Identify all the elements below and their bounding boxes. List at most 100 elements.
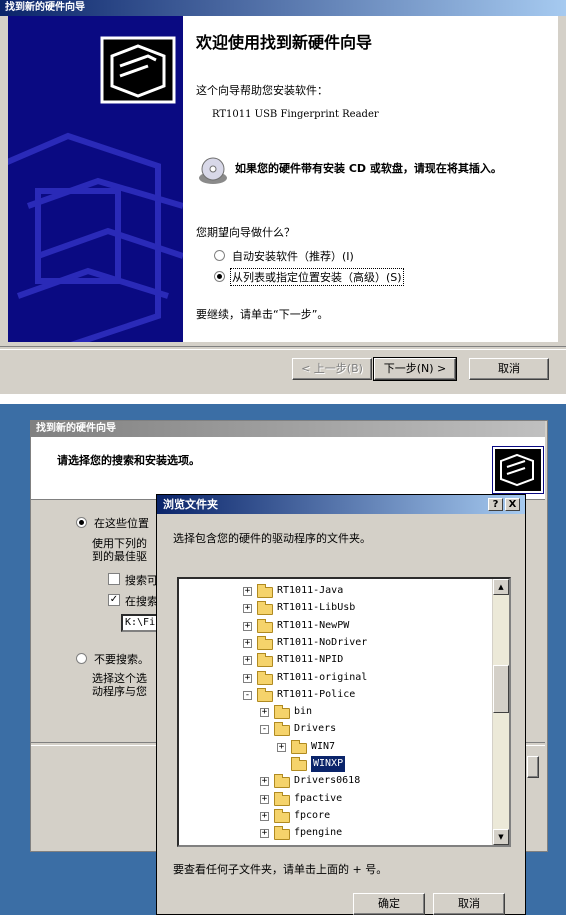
cd-icon [198,156,228,186]
help-button[interactable]: ? [488,498,503,511]
collapse-toggle-icon[interactable]: - [243,690,252,700]
tree-node-label[interactable]: RT1011-LibUsb [277,600,355,616]
tree-node[interactable]: + RT1011-original [179,670,493,686]
auto-install-radio[interactable] [214,250,225,261]
tree-node[interactable]: WINXP [179,756,493,772]
question-text: 您期望向导做什么？ [196,226,295,239]
tree-node-label[interactable]: RT1011-Java [277,583,343,599]
folder-icon [257,670,273,685]
continue-text: 要继续，请单击“下一步”。 [196,308,329,321]
browse-title-bar: 浏览文件夹 [157,495,525,514]
list-install-radio[interactable] [214,271,225,282]
search-locations-radio[interactable] [76,517,87,528]
tree-node[interactable]: + RT1011-NewPW [179,618,493,634]
tree-node-label[interactable]: RT1011-original [277,670,367,686]
expand-toggle-icon[interactable]: + [260,777,269,787]
browse-prompt: 选择包含您的硬件的驱动程序的文件夹。 [173,532,371,545]
cd-hint: 如果您的硬件带有安装 CD 或软盘，请现在将其插入。 [235,162,502,175]
device-name: RT1011 USB Fingerprint Reader [212,109,379,120]
tree-node-label[interactable]: RT1011-NPID [277,652,343,668]
tree-node[interactable]: + fpactive [179,791,493,807]
expand-toggle-icon[interactable]: + [277,742,286,752]
include-location-checkbox[interactable]: ✓ [108,594,120,606]
tree-node-label[interactable]: Drivers [294,721,336,737]
back-button[interactable]: < 上一步(B) [292,358,372,380]
folder-tree[interactable]: + RT1011-Java + RT1011-LibUsb + RT1011-NewPW +… [177,577,511,847]
scroll-thumb[interactable] [493,665,509,713]
expand-toggle-icon[interactable]: + [243,656,252,666]
scroll-down-button[interactable]: ▼ [493,829,509,845]
wizard-content: 欢迎使用找到新硬件向导 这个向导帮助您安装软件： RT1011 USB Fing… [183,16,558,342]
tree-node[interactable]: - RT1011-Police [179,687,493,703]
folder-icon [257,601,273,616]
tree-node[interactable]: + Drivers0618 [179,773,493,789]
tree-node[interactable]: + RT1011-NPID [179,652,493,668]
button-separator [0,346,566,350]
expand-toggle-icon[interactable]: + [243,673,252,683]
close-button[interactable]: X [505,498,520,511]
expand-toggle-icon[interactable]: + [243,604,252,614]
wizard2-title-bar: 找到新的硬件向导 [31,421,545,437]
next-button[interactable]: 下一步(N) > [373,357,457,381]
tree-node-label[interactable]: fpcore [294,808,330,824]
tree-node[interactable]: + RT1011-NoDriver [179,635,493,651]
hardware-icon [493,447,543,493]
search-locations-label[interactable]: 在这些位置 [94,515,149,531]
folder-icon [257,618,273,633]
auto-install-label[interactable]: 自动安装软件（推荐）(I) [232,248,354,264]
expand-toggle-icon[interactable]: + [260,794,269,804]
no-search-desc-line2: 动程序与您 [92,685,147,698]
expand-toggle-icon[interactable]: + [260,811,269,821]
expand-toggle-icon[interactable]: + [260,708,269,718]
ok-button[interactable]: 确定 [353,893,425,915]
folder-icon [274,705,290,720]
include-location-label[interactable]: 在搜索 [125,593,158,609]
tree-node-label[interactable]: fpactive [294,791,342,807]
tree-node-label[interactable]: bin [294,704,312,720]
tree-node-label[interactable]: WIN7 [311,739,335,755]
folder-icon [274,826,290,841]
expand-toggle-icon[interactable]: + [243,621,252,631]
tree-node[interactable]: + RT1011-Java [179,583,493,599]
collapse-toggle-icon[interactable]: - [260,725,269,735]
folder-icon [274,774,290,789]
folder-icon [291,739,307,754]
tree-node-label[interactable]: Drivers0618 [294,773,360,789]
tree-scrollbar[interactable]: ▲ ▼ [492,579,509,845]
browse-folder-dialog: 浏览文件夹 ? X 选择包含您的硬件的驱动程序的文件夹。 + RT1011-Jav… [156,494,526,915]
tree-node[interactable]: - Drivers [179,721,493,737]
tree-node[interactable]: + bin [179,704,493,720]
no-search-label[interactable]: 不要搜索。 [94,651,149,667]
tree-node-label[interactable]: RT1011-NewPW [277,618,349,634]
tree-node[interactable]: + RT1011-LibUsb [179,600,493,616]
cancel-button[interactable]: 取消 [469,358,549,380]
intro-text: 这个向导帮助您安装软件： [196,84,328,97]
list-install-label[interactable]: 从列表或指定位置安装（高级）(S) [230,268,404,286]
wizard2-heading: 请选择您的搜索和安装选项。 [57,454,200,467]
wizard-heading: 欢迎使用找到新硬件向导 [196,33,373,52]
wizard-title-bar: 找到新的硬件向导 [0,0,566,16]
search-desc-line2: 到的最佳驱 [92,550,147,563]
expand-toggle-icon[interactable]: + [243,587,252,596]
scroll-up-button[interactable]: ▲ [493,579,509,595]
folder-icon [257,653,273,668]
folder-icon [274,808,290,823]
expand-toggle-icon[interactable]: + [260,829,269,839]
browse-cancel-button[interactable]: 取消 [433,893,505,915]
folder-icon [274,722,290,737]
tree-node[interactable]: + fpcore [179,808,493,824]
tree-node-label[interactable]: RT1011-NoDriver [277,635,367,651]
tree-node-label[interactable]: fpengine [294,825,342,841]
tree-node[interactable]: + fpengine [179,825,493,841]
hardware-illustration [8,16,183,342]
folder-icon [257,635,273,650]
removable-media-label[interactable]: 搜索可 [125,572,158,588]
removable-media-checkbox[interactable] [108,573,120,585]
tree-node-label[interactable]: RT1011-Police [277,687,355,703]
no-search-radio[interactable] [76,653,87,664]
wizard-side-panel [8,16,183,342]
tree-node[interactable]: + WIN7 [179,739,493,755]
partial-button[interactable] [527,756,539,778]
expand-toggle-icon[interactable]: + [243,638,252,648]
tree-node-label[interactable]: WINXP [311,756,346,772]
